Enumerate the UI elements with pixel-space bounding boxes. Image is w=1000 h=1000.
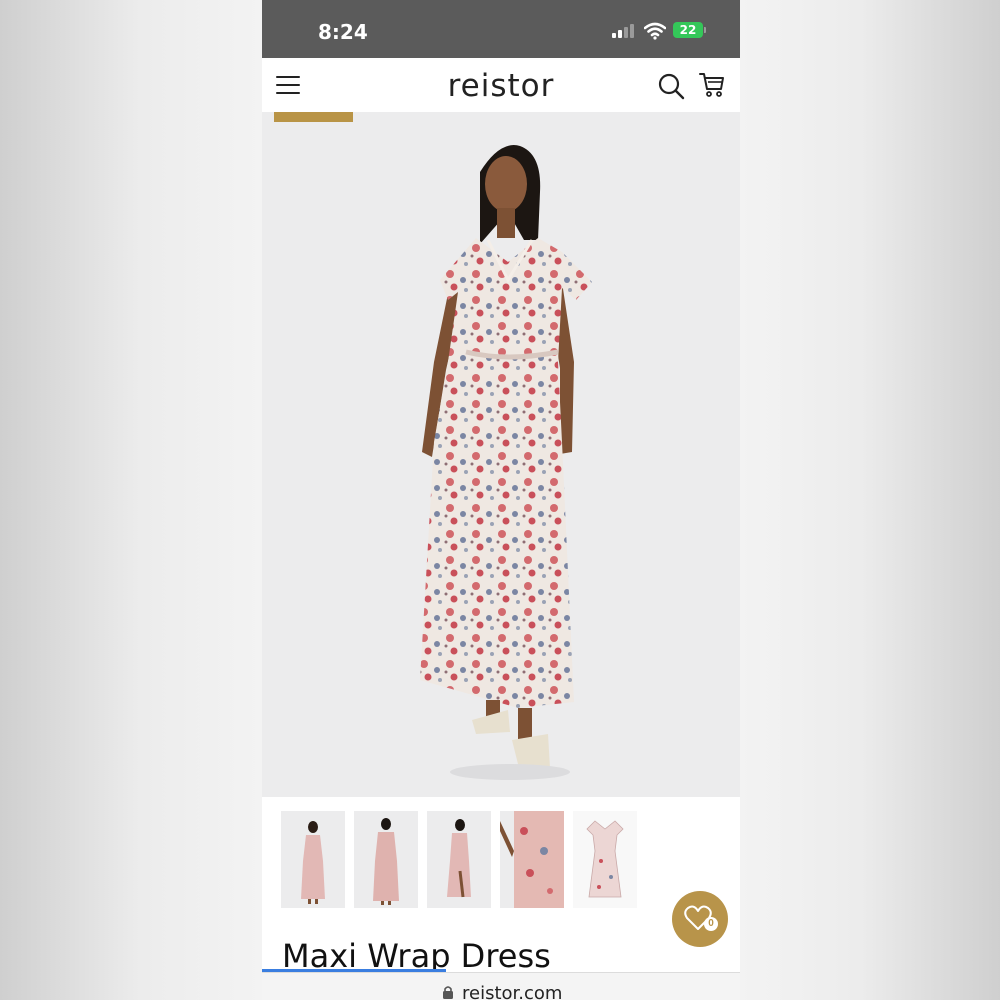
status-time: 8:24: [318, 20, 368, 44]
status-bar: 8:24 22: [262, 0, 740, 58]
site-header: reistor: [262, 58, 740, 112]
wishlist-count-badge: 0: [704, 917, 718, 931]
wishlist-button[interactable]: 0: [672, 891, 728, 947]
thumbnail-side-slit-view[interactable]: [427, 811, 491, 908]
model-wearing-dress-image: [420, 145, 592, 780]
hero-accent-bar: [274, 112, 353, 122]
cellular-signal-icon: [612, 24, 634, 38]
wifi-icon: [644, 22, 666, 40]
battery-icon: 22: [673, 22, 703, 38]
url-text: reistor.com: [462, 983, 563, 1000]
battery-level: 22: [679, 23, 697, 37]
cart-icon[interactable]: [698, 70, 726, 98]
battery-nub: [704, 27, 706, 33]
product-main-image[interactable]: [262, 112, 740, 797]
browser-url-bar[interactable]: reistor.com: [262, 972, 740, 1000]
thumbnail-flat-lay[interactable]: [573, 811, 637, 908]
lock-icon: [443, 986, 453, 999]
phone-screen: 8:24 22 reistor 0 Maxi Wrap Dress reisto…: [262, 0, 740, 1000]
thumbnail-front-view[interactable]: [281, 811, 345, 908]
thumbnail-detail-view[interactable]: [500, 811, 564, 908]
search-icon[interactable]: [657, 72, 685, 100]
thumbnail-strip: [262, 797, 740, 922]
thumbnail-back-view[interactable]: [354, 811, 418, 908]
